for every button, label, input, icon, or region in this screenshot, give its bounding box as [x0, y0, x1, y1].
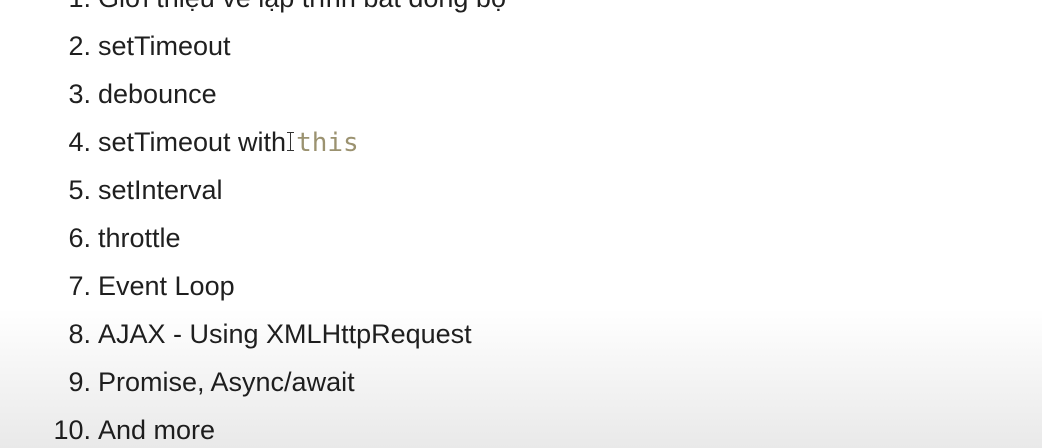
list-item-number: 4. [68, 127, 91, 157]
list-item-number: 10. [53, 415, 91, 445]
list-item-number: 7. [68, 271, 91, 301]
list-item-text: AJAX - Using XMLHttpRequest [98, 319, 472, 349]
list-item-text: Promise, Async/await [98, 367, 355, 397]
text-cursor-icon [286, 131, 295, 153]
list-item-number: 8. [68, 319, 91, 349]
list-item-text: And more [98, 415, 216, 445]
list-item-number: 9. [68, 367, 91, 397]
list-item-text: Giới thiệu về lập trình bất đồng bộ [98, 0, 506, 22]
list-item-number: 2. [68, 31, 91, 61]
list-item-text: debounce [98, 79, 217, 109]
document-page: 1. Giới thiệu về lập trình bất đồng bộ 2… [0, 0, 1042, 448]
inline-code: this [296, 128, 359, 158]
list-item-number: 3. [68, 79, 91, 109]
list-item-text: setTimeout [98, 31, 231, 61]
list-item-number: 5. [68, 175, 91, 205]
list-item-content: setTimeout with this [98, 118, 359, 167]
list-item-text: setInterval [98, 175, 223, 205]
list-item-number: 6. [68, 223, 91, 253]
list-item-text: throttle [98, 223, 181, 253]
list-item-text: Event Loop [98, 271, 235, 301]
list-item-text: setTimeout with [98, 127, 287, 157]
list-item-number: 1. [0, 0, 91, 22]
